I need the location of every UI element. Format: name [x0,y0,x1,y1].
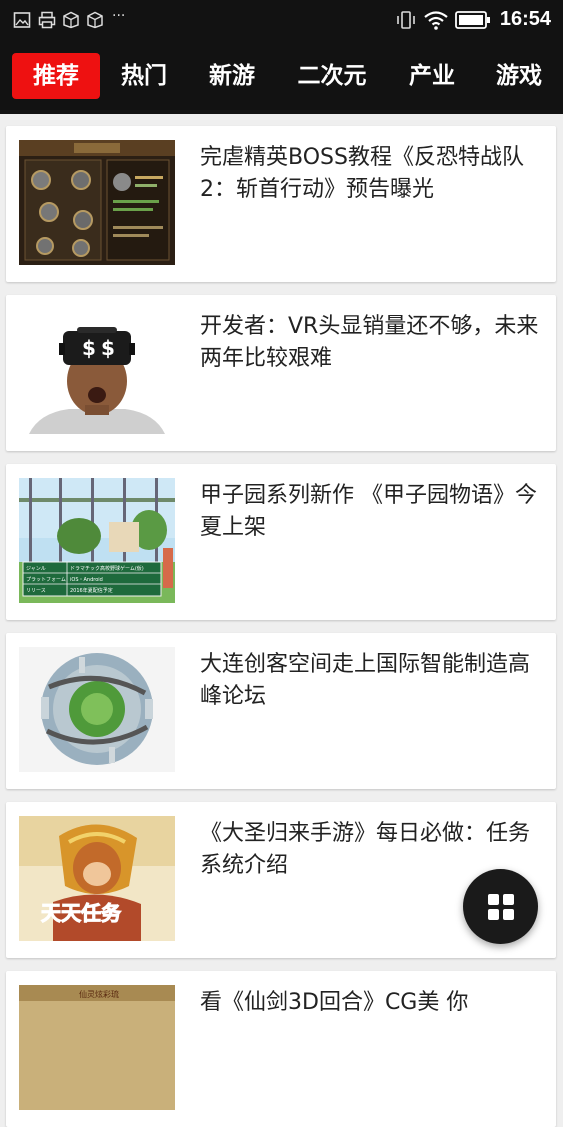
article-card[interactable]: 大连创客空间走上国际智能制造高峰论坛 [6,633,556,789]
wifi-icon [424,11,448,30]
tab-games[interactable]: 游戏 [482,53,556,99]
article-title[interactable]: 完虐精英BOSS教程《反恐特战队2：斩首行动》预告曝光 [200,142,544,206]
print-icon [38,11,56,29]
package-icon [63,11,79,29]
grid-icon [488,894,514,920]
article-card[interactable]: 完虐精英BOSS教程《反恐特战队2：斩首行动》预告曝光 [6,126,556,282]
vibrate-icon [397,11,415,29]
sign-text: ジャンル [26,566,46,572]
tab-hot[interactable]: 热门 [107,53,181,99]
article-card[interactable]: ジャンル ドラマチック高校野球ゲーム(仮) プラットフォーム iOS・Andro… [6,464,556,620]
tab-industry[interactable]: 产业 [395,53,469,99]
sign-text: プラットフォーム [26,577,66,583]
tab-recommended[interactable]: 推荐 [12,53,100,99]
more-notifications-indicator: ··· [112,8,126,24]
article-thumbnail: $ $ [19,309,175,434]
image-icon [13,12,31,28]
article-thumbnail: 天天任务 [19,816,175,941]
sign-text: リリース [26,588,46,594]
svg-text:$: $ [101,336,115,360]
article-thumbnail: 仙灵炫彩琉 [19,985,175,1110]
battery-icon [455,11,490,29]
article-thumbnail [19,140,175,265]
thumbnail-caption: 仙灵炫彩琉 [79,989,119,999]
article-title[interactable]: 大连创客空间走上国际智能制造高峰论坛 [200,649,544,713]
status-bar: ··· 16:54 [0,0,563,40]
svg-text:$: $ [82,336,96,360]
article-title[interactable]: 甲子园系列新作 《甲子园物语》今夏上架 [200,480,544,544]
tab-new-games[interactable]: 新游 [195,53,269,99]
thumbnail-caption: 天天任务 [41,901,122,925]
package-icon [87,11,103,29]
sign-text: ドラマチック高校野球ゲーム(仮) [70,565,144,572]
sign-text: iOS・Android [70,577,103,583]
grid-menu-button[interactable] [463,869,538,944]
article-feed[interactable]: 完虐精英BOSS教程《反恐特战队2：斩首行动》预告曝光 $ $ 开发者：VR头显… [0,114,563,1127]
article-title[interactable]: 看《仙剑3D回合》CG美 你 [200,987,544,1019]
tab-anime[interactable]: 二次元 [285,53,379,99]
article-card[interactable]: $ $ 开发者：VR头显销量还不够，未来两年比较艰难 [6,295,556,451]
article-title[interactable]: 开发者：VR头显销量还不够，未来两年比较艰难 [200,311,544,375]
clock: 16:54 [499,8,551,30]
article-thumbnail: ジャンル ドラマチック高校野球ゲーム(仮) プラットフォーム iOS・Andro… [19,478,175,603]
sign-text: 2016年夏配信予定 [70,587,113,594]
article-thumbnail [19,647,175,772]
article-card[interactable]: 仙灵炫彩琉 看《仙剑3D回合》CG美 你 [6,971,556,1127]
category-tabs: 推荐 热门 新游 二次元 产业 游戏 [0,40,563,114]
